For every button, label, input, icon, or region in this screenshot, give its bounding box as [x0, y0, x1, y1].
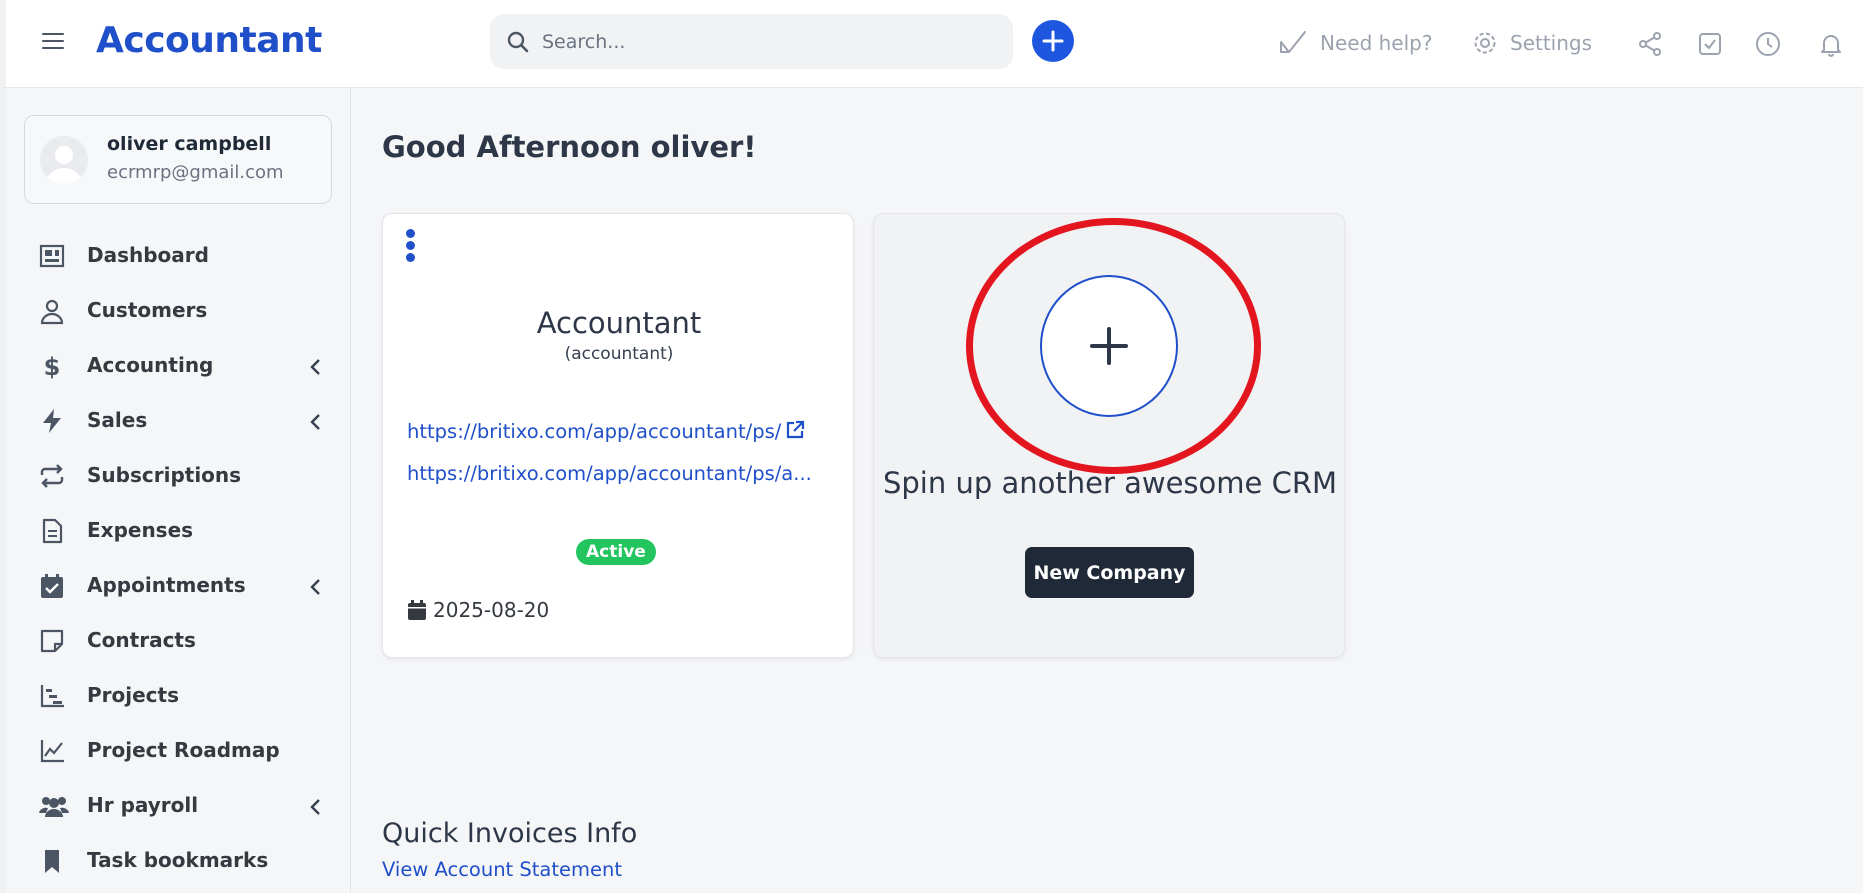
need-help-link[interactable]: Need help? — [1278, 26, 1432, 60]
company-slug: (accountant) — [564, 344, 674, 364]
dashboard-icon — [38, 242, 66, 270]
svg-text:$: $ — [44, 353, 61, 380]
search-icon — [506, 30, 530, 54]
created-date-value: 2025-08-20 — [433, 598, 550, 622]
plus-icon — [1042, 30, 1064, 52]
sidebar-item-project-roadmap[interactable]: Project Roadmap — [6, 723, 351, 778]
sidebar-item-expenses[interactable]: Expenses — [6, 503, 351, 558]
file-icon — [38, 517, 66, 545]
chevron-left-icon — [308, 358, 322, 376]
user-name: oliver campbell — [107, 133, 272, 155]
chevron-left-icon — [308, 413, 322, 431]
bell-icon[interactable] — [1817, 30, 1845, 58]
chart-gantt-icon — [38, 682, 66, 710]
share-icon[interactable] — [1636, 30, 1664, 58]
user-email: ecrmrp@gmail.com — [107, 162, 284, 183]
external-link-icon — [785, 420, 805, 440]
page-title: Good Afternoon oliver! — [382, 130, 757, 164]
checkbox-tasks-icon[interactable] — [1696, 30, 1724, 58]
quick-invoices-title: Quick Invoices Info — [382, 818, 638, 849]
sidebar-item-label: Projects — [87, 683, 180, 707]
calendar-icon — [408, 600, 426, 620]
sidebar-item-label: Project Roadmap — [87, 738, 280, 762]
view-account-statement-link[interactable]: View Account Statement — [382, 858, 622, 881]
add-company-button[interactable] — [1040, 275, 1178, 417]
check-handshake-icon — [1280, 31, 1306, 53]
sidebar-item-label: Subscriptions — [87, 463, 242, 487]
bolt-icon — [38, 407, 66, 435]
sidebar-item-label: Appointments — [87, 573, 246, 597]
user-icon — [38, 297, 66, 325]
plus-icon — [1090, 327, 1128, 365]
line-chart-icon — [38, 737, 66, 765]
sidebar-item-contracts[interactable]: Contracts — [6, 613, 351, 668]
sidebar-item-label: Expenses — [87, 518, 194, 542]
clock-icon[interactable] — [1754, 30, 1782, 58]
status-badge: Active — [576, 539, 656, 565]
bookmark-icon — [38, 847, 66, 875]
app-brand[interactable]: Accountant — [96, 20, 322, 61]
company-name: Accountant — [536, 306, 702, 340]
quick-add-button[interactable] — [1032, 20, 1074, 62]
user-profile-card[interactable]: oliver campbell ecrmrp@gmail.com — [24, 115, 332, 204]
search-input[interactable] — [542, 14, 992, 69]
sidebar-item-customers[interactable]: Customers — [6, 283, 351, 338]
users-icon — [38, 792, 69, 820]
company-url-text: https://britixo.com/app/accountant/ps/ — [407, 420, 782, 443]
avatar — [40, 136, 88, 184]
sidebar-item-sales[interactable]: Sales — [6, 393, 351, 448]
kebab-menu-icon[interactable] — [406, 229, 418, 267]
hamburger-menu-icon[interactable] — [42, 33, 64, 51]
company-admin-url-link[interactable]: https://britixo.com/app/accountant/ps/a.… — [407, 462, 812, 485]
sidebar-item-hr-payroll[interactable]: Hr payroll — [6, 778, 351, 833]
sidebar-item-accounting[interactable]: $ Accounting — [6, 338, 351, 393]
sidebar-nav: Dashboard Customers $ Accounting Sales S… — [6, 228, 351, 888]
sidebar-item-projects[interactable]: Projects — [6, 668, 351, 723]
sidebar-item-appointments[interactable]: Appointments — [6, 558, 351, 613]
settings-link[interactable]: Settings — [1472, 26, 1592, 60]
sidebar: oliver campbell ecrmrp@gmail.com Dashboa… — [0, 88, 351, 893]
need-help-label: Need help? — [1320, 31, 1433, 55]
sidebar-item-label: Task bookmarks — [87, 848, 269, 872]
sidebar-item-label: Sales — [87, 408, 148, 432]
settings-label: Settings — [1510, 31, 1593, 55]
repeat-icon — [38, 462, 66, 490]
search-box[interactable] — [490, 14, 1013, 69]
company-url-link[interactable]: https://britixo.com/app/accountant/ps/ — [407, 420, 805, 443]
new-company-prompt: Spin up another awesome CRM — [882, 466, 1338, 500]
chevron-left-icon — [308, 578, 322, 596]
sidebar-item-label: Contracts — [87, 628, 196, 652]
new-company-button[interactable]: New Company — [1025, 547, 1194, 598]
sidebar-item-label: Customers — [87, 298, 208, 322]
sidebar-item-dashboard[interactable]: Dashboard — [6, 228, 351, 283]
sidebar-item-label: Accounting — [87, 353, 214, 377]
sticky-note-icon — [38, 627, 66, 655]
sidebar-item-label: Dashboard — [87, 243, 209, 267]
new-company-card: Spin up another awesome CRM New Company — [873, 213, 1345, 658]
company-card: Accountant (accountant) https://britixo.… — [382, 213, 854, 658]
sidebar-item-subscriptions[interactable]: Subscriptions — [6, 448, 351, 503]
dollar-icon: $ — [38, 352, 66, 381]
gear-icon — [1474, 32, 1496, 54]
chevron-left-icon — [308, 798, 322, 816]
created-date: 2025-08-20 — [407, 598, 549, 622]
calendar-check-icon — [38, 572, 66, 600]
sidebar-item-label: Hr payroll — [87, 793, 199, 817]
top-bar: Accountant Need help? Settings — [0, 0, 1863, 88]
sidebar-item-task-bookmarks[interactable]: Task bookmarks — [6, 833, 351, 888]
